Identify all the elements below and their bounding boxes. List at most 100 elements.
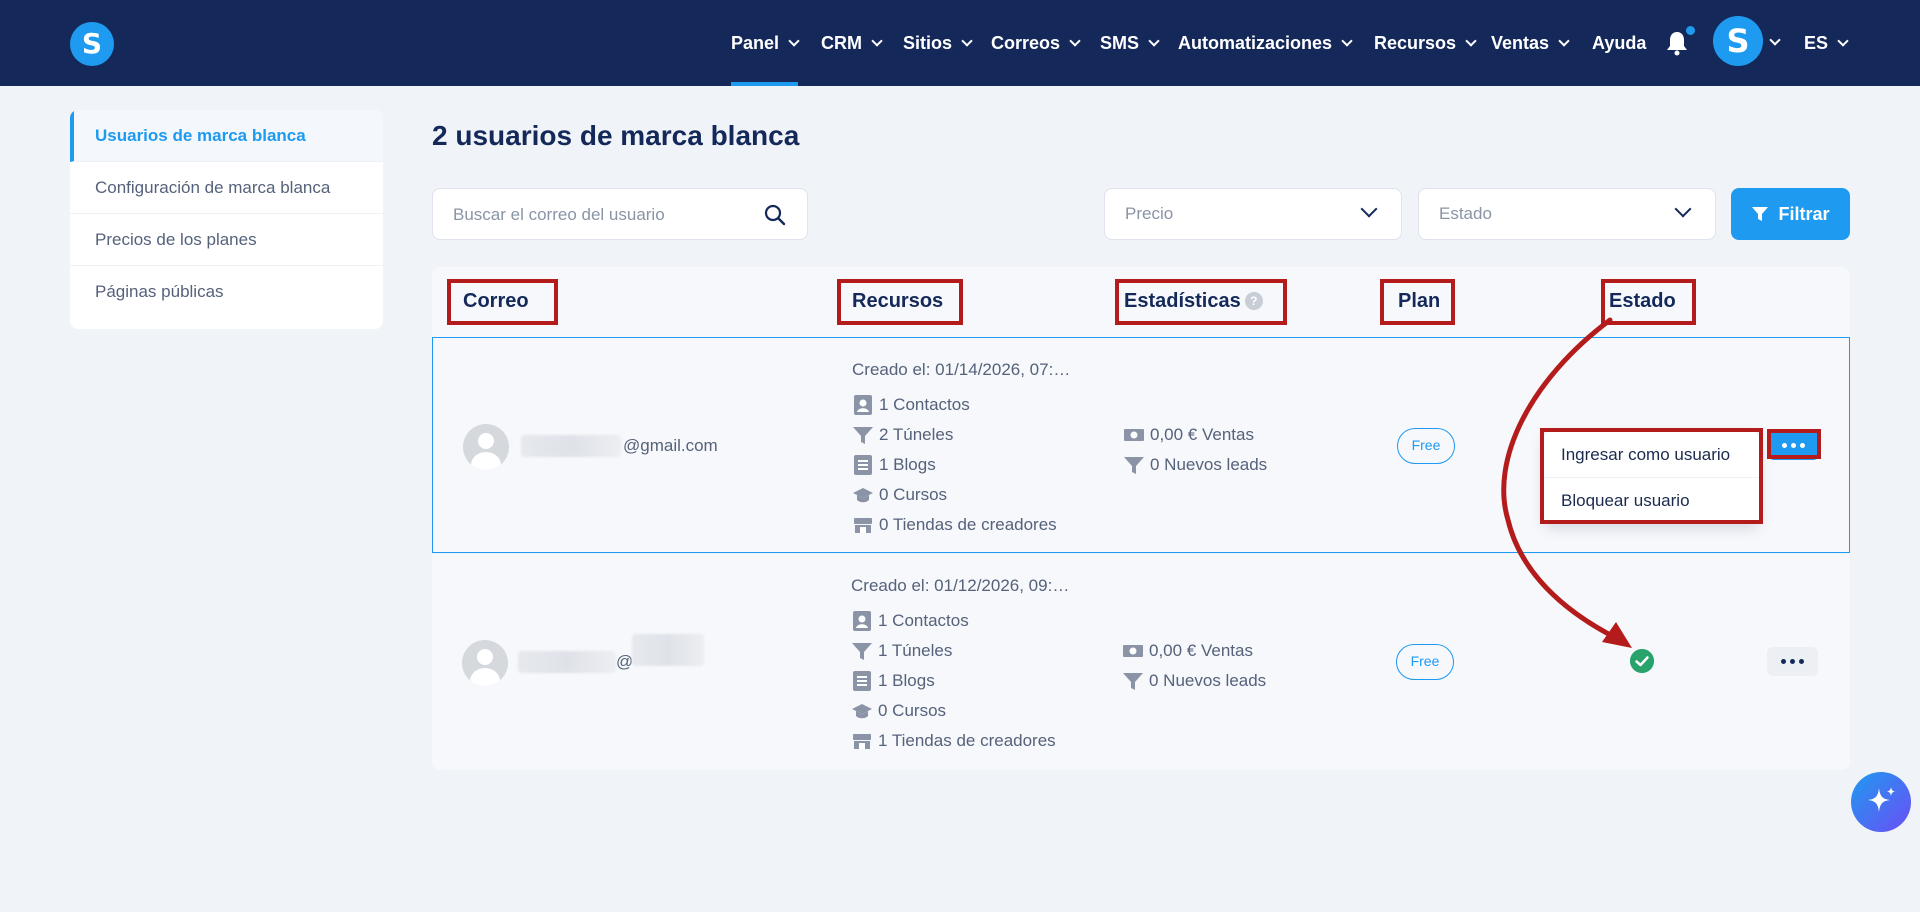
sidebar-item-precios[interactable]: Precios de los planes <box>70 214 383 266</box>
nav-sms-label: SMS <box>1100 32 1140 53</box>
blogs-label: 1 Blogs <box>879 455 936 474</box>
chevron-down-icon <box>961 34 973 47</box>
nav-sitios-label: Sitios <box>903 32 953 53</box>
funnel-icon <box>1124 457 1144 474</box>
chevron-down-icon <box>871 34 883 47</box>
top-navbar: S Panel CRM Sitios Correos SMS Automatiz… <box>0 0 1920 86</box>
app-logo[interactable]: S <box>70 22 114 66</box>
price-select[interactable]: Precio <box>1104 188 1402 240</box>
highlight-box-estadisticas <box>1115 279 1287 325</box>
funnels-label: 1 Túneles <box>878 641 953 660</box>
sidebar-item-usuarios[interactable]: Usuarios de marca blanca <box>70 110 383 162</box>
courses-count: 0 Cursos <box>851 696 1069 726</box>
avatar <box>463 424 509 470</box>
blogs-count: 1 Blogs <box>851 666 1069 696</box>
stats-cell: 0,00 € Ventas 0 Nuevos leads <box>1122 636 1266 696</box>
leads-stat: 0 Nuevos leads <box>1122 666 1266 696</box>
stores-label: 1 Tiendas de creadores <box>878 731 1056 750</box>
price-select-value: Precio <box>1125 204 1174 223</box>
contacts-icon <box>853 611 871 631</box>
filter-label: Filtrar <box>1778 203 1830 224</box>
highlight-box-plan <box>1380 279 1455 325</box>
nav-sms[interactable]: SMS <box>1100 0 1160 86</box>
status-select-value: Estado <box>1439 204 1492 223</box>
contacts-label: 1 Contactos <box>879 395 970 414</box>
blog-icon <box>853 671 871 691</box>
chevron-down-icon <box>1341 34 1353 47</box>
contacts-icon <box>854 395 872 415</box>
blogs-count: 1 Blogs <box>852 450 1070 480</box>
nav-automatizaciones[interactable]: Automatizaciones <box>1178 0 1353 86</box>
funnels-label: 2 Túneles <box>879 425 954 444</box>
funnels-count: 2 Túneles <box>852 420 1070 450</box>
contacts-count: 1 Contactos <box>852 390 1070 420</box>
blogs-label: 1 Blogs <box>878 671 935 690</box>
created-date: Creado el: 01/14/2026, 07:… <box>852 360 1071 379</box>
chevron-down-icon <box>1837 34 1849 47</box>
created-date: Creado el: 01/12/2026, 09:… <box>851 576 1070 595</box>
filter-button[interactable]: Filtrar <box>1731 188 1850 240</box>
courses-count: 0 Cursos <box>852 480 1070 510</box>
redacted-email <box>518 651 616 673</box>
nav-panel[interactable]: Panel <box>731 0 800 86</box>
nav-ventas-label: Ventas <box>1491 32 1550 53</box>
more-options-button[interactable] <box>1767 647 1818 676</box>
chevron-down-icon <box>788 34 800 47</box>
money-icon <box>1124 429 1144 441</box>
leads-label: 0 Nuevos leads <box>1150 455 1268 474</box>
chevron-down-icon <box>1069 34 1081 47</box>
sales-label: 0,00 € Ventas <box>1149 641 1253 660</box>
notification-dot <box>1686 26 1695 35</box>
nav-recursos[interactable]: Recursos <box>1374 0 1477 86</box>
nav-correos[interactable]: Correos <box>991 0 1081 86</box>
chevron-down-icon <box>1465 34 1477 47</box>
search-input[interactable] <box>453 203 753 227</box>
money-icon <box>1123 645 1143 657</box>
courses-label: 0 Cursos <box>878 701 947 720</box>
status-select[interactable]: Estado <box>1418 188 1716 240</box>
nav-recursos-label: Recursos <box>1374 32 1457 53</box>
plan-badge: Free <box>1397 428 1455 464</box>
nav-correos-label: Correos <box>991 32 1061 53</box>
contacts-count: 1 Contactos <box>851 606 1069 636</box>
stats-cell: 0,00 € Ventas 0 Nuevos leads <box>1123 420 1267 480</box>
nav-crm[interactable]: CRM <box>821 0 883 86</box>
highlight-box-correo <box>447 279 558 325</box>
language-label: ES <box>1804 32 1829 53</box>
stores-count: 1 Tiendas de creadores <box>851 726 1069 756</box>
bell-icon[interactable] <box>1665 30 1689 56</box>
language-selector[interactable]: ES <box>1804 0 1849 86</box>
nav-crm-label: CRM <box>821 32 862 53</box>
user-email: @ <box>616 652 634 671</box>
sidebar-item-configuracion[interactable]: Configuración de marca blanca <box>70 162 383 214</box>
store-icon <box>853 734 871 749</box>
funnels-count: 1 Túneles <box>851 636 1069 666</box>
highlight-box-estado <box>1601 279 1696 325</box>
redacted-email <box>521 435 621 457</box>
sales-label: 0,00 € Ventas <box>1150 425 1254 444</box>
nav-ayuda-label: Ayuda <box>1592 32 1647 53</box>
sidebar-item-paginas[interactable]: Páginas públicas <box>70 266 383 318</box>
annotation-arrow <box>1501 317 1632 648</box>
chevron-down-icon <box>1558 34 1570 47</box>
store-icon <box>854 518 872 533</box>
stores-count: 0 Tiendas de creadores <box>852 510 1070 540</box>
graduation-cap-icon <box>852 704 872 719</box>
nav-ventas[interactable]: Ventas <box>1491 0 1570 86</box>
nav-ayuda[interactable]: Ayuda <box>1592 0 1646 86</box>
nav-panel-label: Panel <box>731 32 780 53</box>
contacts-label: 1 Contactos <box>878 611 969 630</box>
funnel-icon <box>1123 673 1143 690</box>
page-title: 2 usuarios de marca blanca <box>432 120 800 151</box>
ai-assistant-button[interactable] <box>1851 772 1911 832</box>
search-icon[interactable] <box>763 203 787 227</box>
chevron-down-icon[interactable] <box>1769 34 1781 46</box>
user-avatar[interactable]: S <box>1713 16 1763 66</box>
stores-label: 0 Tiendas de creadores <box>879 515 1057 534</box>
nav-sitios[interactable]: Sitios <box>903 0 973 86</box>
redacted-email-domain <box>632 634 704 666</box>
sales-stat: 0,00 € Ventas <box>1122 636 1266 666</box>
nav-automatizaciones-label: Automatizaciones <box>1178 32 1333 53</box>
blog-icon <box>854 455 872 475</box>
leads-stat: 0 Nuevos leads <box>1123 450 1267 480</box>
